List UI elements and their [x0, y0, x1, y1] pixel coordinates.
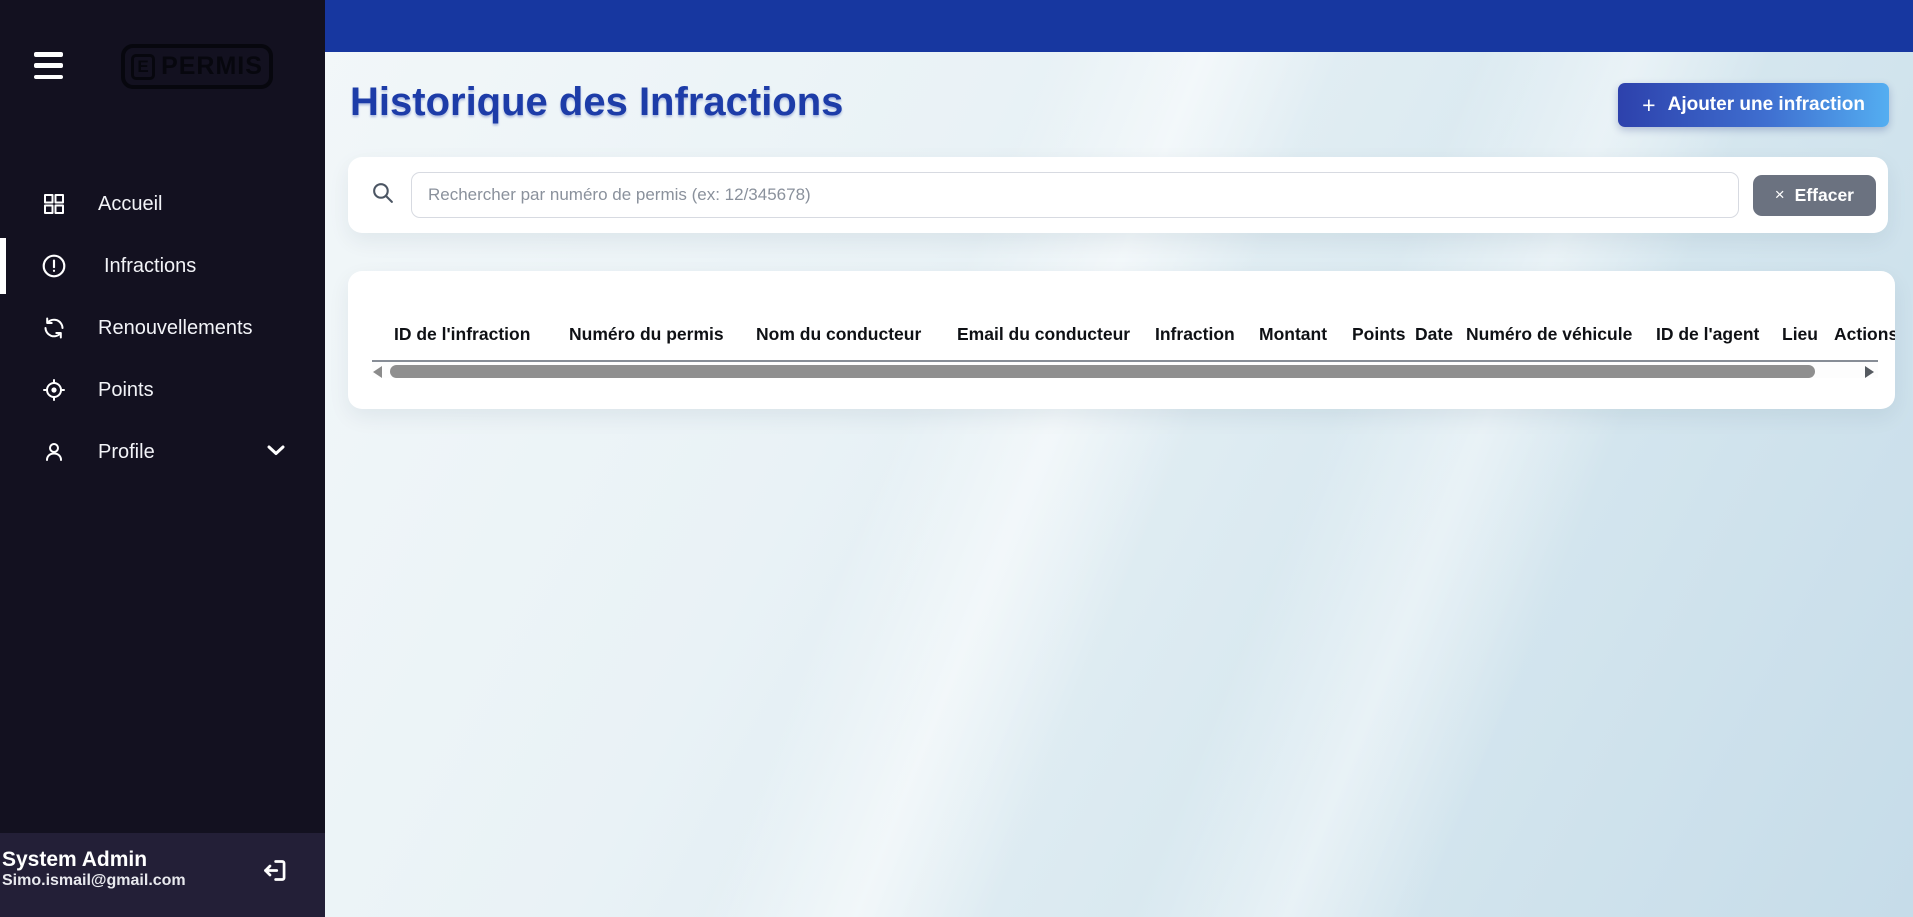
clear-search-label: Effacer [1795, 185, 1854, 206]
logo-text: PERMIS [161, 52, 263, 81]
sidebar-item-points[interactable]: Points [0, 359, 325, 421]
column-header: Lieu [1782, 324, 1834, 345]
infractions-table-card: ID de l'infractionNuméro du permisNom du… [348, 271, 1895, 409]
plus-icon: + [1642, 92, 1655, 119]
hamburger-menu-icon[interactable] [34, 52, 64, 79]
logout-icon[interactable] [261, 857, 288, 889]
horizontal-scrollbar[interactable] [372, 360, 1878, 378]
epermis-logo: E PERMIS [121, 44, 273, 89]
sidebar-item-label: Points [98, 379, 154, 402]
alert-circle-icon [41, 253, 67, 279]
search-bar-card: × Effacer [348, 157, 1888, 233]
clear-search-button[interactable]: × Effacer [1753, 175, 1876, 216]
sidebar-item-label: Infractions [104, 255, 196, 278]
column-header: Date [1415, 324, 1466, 345]
sidebar-item-renouvellements[interactable]: Renouvellements [0, 297, 325, 359]
table-header-row: ID de l'infractionNuméro du permisNom du… [394, 324, 1895, 348]
column-header: Numéro de véhicule [1466, 324, 1656, 345]
search-icon [370, 180, 395, 210]
top-blue-bar [325, 0, 1913, 52]
column-header: Email du conducteur [957, 324, 1155, 345]
add-infraction-label: Ajouter une infraction [1668, 94, 1865, 116]
refresh-icon [41, 315, 67, 341]
chevron-down-icon [267, 443, 285, 461]
sidebar: E PERMIS Accueil [0, 0, 325, 917]
user-icon [41, 439, 67, 465]
scroll-left-arrow-icon[interactable] [373, 366, 382, 378]
column-header: ID de l'agent [1656, 324, 1782, 345]
sidebar-item-label: Renouvellements [98, 317, 253, 340]
column-header: Actions [1834, 324, 1895, 345]
sidebar-item-label: Accueil [98, 193, 162, 216]
sidebar-nav: Accueil Infractions [0, 173, 325, 483]
sidebar-item-infractions[interactable]: Infractions [0, 235, 325, 297]
column-header: Nom du conducteur [756, 324, 957, 345]
search-input[interactable] [411, 172, 1739, 218]
column-header: Points [1352, 324, 1415, 345]
sidebar-item-label: Profile [98, 441, 155, 464]
column-header: Montant [1259, 324, 1352, 345]
main-content: Historique des Infractions + Ajouter une… [325, 0, 1913, 917]
crosshair-icon [41, 377, 67, 403]
column-header: Numéro du permis [569, 324, 756, 345]
app-window: E PERMIS Accueil [0, 0, 1913, 917]
scrollbar-thumb[interactable] [390, 365, 1815, 378]
page-title: Historique des Infractions [350, 80, 843, 125]
sidebar-item-accueil[interactable]: Accueil [0, 173, 325, 235]
sidebar-user-section: System Admin Simo.ismail@gmail.com [0, 833, 325, 917]
add-infraction-button[interactable]: + Ajouter une infraction [1618, 83, 1889, 127]
sidebar-item-profile[interactable]: Profile [0, 421, 325, 483]
column-header: ID de l'infraction [394, 324, 569, 345]
logo-e-badge: E [131, 54, 155, 80]
scroll-right-arrow-icon[interactable] [1865, 366, 1874, 378]
grid-icon [41, 191, 67, 217]
column-header: Infraction [1155, 324, 1259, 345]
x-icon: × [1775, 185, 1785, 205]
